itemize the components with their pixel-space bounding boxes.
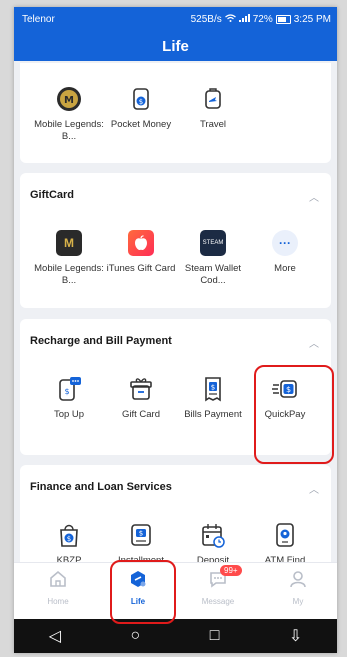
item-gift-card[interactable]: Gift Card [105, 375, 177, 421]
page-title: Life [162, 37, 189, 55]
card-giftcard: GiftCard ︿ M Mobile Legends: B... iTunes… [20, 173, 331, 308]
item-pocket-money[interactable]: $ Pocket Money [105, 85, 177, 131]
home-circle-icon[interactable]: ○ [131, 627, 141, 645]
unread-badge: 99+ [220, 565, 242, 576]
card-top-services: M Mobile Legends: B... $ Pocket Money Tr… [20, 63, 331, 163]
highlight-quickpay [254, 365, 334, 464]
svg-text:$: $ [211, 384, 215, 392]
gift-icon [127, 375, 155, 403]
wifi-icon [224, 13, 236, 25]
item-label: Mobile Legends: B... [34, 263, 104, 286]
apple-icon [127, 229, 155, 257]
nav-label: My [292, 597, 304, 606]
topup-icon: $ [55, 375, 83, 403]
svg-text:$: $ [139, 530, 143, 538]
clock: 3:25 PM [293, 13, 331, 25]
item-more[interactable]: ··· More [249, 229, 321, 275]
user-icon [266, 569, 330, 594]
status-bar: Telenor 525B/s 72% 3:25 PM [14, 7, 337, 31]
item-travel[interactable]: Travel [177, 85, 249, 131]
item-label: Mobile Legends: B... [34, 119, 104, 142]
item-bills-payment[interactable]: $ Bills Payment [177, 375, 249, 421]
highlight-life-tab [110, 560, 176, 624]
bag-icon: $ [55, 521, 83, 549]
item-label: Travel [199, 119, 227, 130]
home-icon [26, 569, 90, 594]
signal-icon [238, 13, 250, 25]
calendar-icon [199, 521, 227, 549]
more-icon: ··· [271, 229, 299, 257]
status-right: 525B/s 72% 3:25 PM [190, 13, 331, 25]
travel-icon [199, 85, 227, 113]
steam-icon: STEAM [199, 229, 227, 257]
item-label: Gift Card [121, 409, 160, 420]
item-label: Pocket Money [110, 119, 172, 130]
item-atm-find[interactable]: ATM Find [249, 521, 321, 567]
atm-icon [271, 521, 299, 549]
item-label: Top Up [53, 409, 85, 420]
system-navigation-bar: ◁ ○ □ ⇩ [14, 619, 337, 653]
item-label: More [274, 263, 296, 274]
message-icon: 99+ [186, 565, 250, 594]
item-top-up[interactable]: $ Top Up [33, 375, 105, 421]
bill-icon: $ [199, 375, 227, 403]
battery-percent: 72% [252, 13, 273, 25]
svg-text:$: $ [139, 98, 143, 106]
nav-my[interactable]: My [266, 569, 330, 606]
item-kbzp[interactable]: $ KBZP [33, 521, 105, 567]
collapse-chevron-icon[interactable]: ︿ [309, 481, 319, 496]
section-title: Finance and Loan Services [30, 481, 172, 493]
section-title: GiftCard [30, 189, 74, 201]
svg-text:$: $ [67, 535, 71, 543]
page-header: Life [14, 31, 337, 61]
recents-icon[interactable]: □ [210, 627, 220, 645]
item-label: iTunes Gift Card [106, 263, 176, 274]
svg-text:$: $ [64, 387, 69, 396]
mobile-legends-icon: M [55, 229, 83, 257]
nav-label: Message [201, 597, 235, 606]
item-label: Bills Payment [184, 409, 242, 420]
phone-screen: Telenor 525B/s 72% 3:25 PM Life M Mobile… [14, 7, 337, 653]
nav-home[interactable]: Home [26, 569, 90, 606]
notification-pull-icon[interactable]: ⇩ [289, 626, 302, 646]
nav-label: Home [47, 597, 69, 606]
item-itunes[interactable]: iTunes Gift Card [105, 229, 177, 275]
network-speed: 525B/s [190, 13, 222, 25]
carrier-name: Telenor [22, 13, 55, 25]
collapse-chevron-icon[interactable]: ︿ [309, 335, 319, 350]
mobile-legends-icon: M [55, 85, 83, 113]
item-steam[interactable]: STEAM Steam Wallet Cod... [177, 229, 249, 287]
nav-message[interactable]: 99+ Message [186, 565, 250, 606]
pocket-money-icon: $ [127, 85, 155, 113]
back-icon[interactable]: ◁ [49, 626, 61, 646]
svg-text:M: M [64, 95, 74, 106]
item-mobile-legends[interactable]: M Mobile Legends: B... [33, 85, 105, 143]
wallet-icon: $ [127, 521, 155, 549]
item-label: Steam Wallet Cod... [184, 263, 242, 286]
battery-icon [275, 14, 291, 24]
item-deposit[interactable]: Deposit [177, 521, 249, 567]
item-mobile-legends-gift[interactable]: M Mobile Legends: B... [33, 229, 105, 287]
section-title: Recharge and Bill Payment [30, 335, 172, 347]
card-finance-loan: Finance and Loan Services ︿ $ KBZP $ Ins… [20, 465, 331, 575]
collapse-chevron-icon[interactable]: ︿ [309, 189, 319, 204]
